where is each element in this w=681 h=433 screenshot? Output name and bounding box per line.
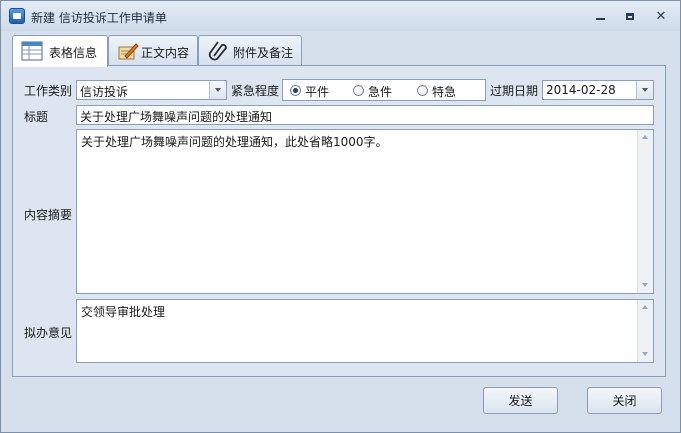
- urgency-radio-very-urgent[interactable]: [417, 85, 428, 96]
- form-panel: 工作类别 信访投诉 紧急程度 平件 急件 特急 过期日期 2014-02-28 …: [12, 65, 666, 377]
- tab-label: 附件及备注: [233, 46, 294, 60]
- close-icon: ✕: [655, 8, 667, 24]
- send-button[interactable]: 发送: [483, 387, 558, 414]
- minimize-icon: [595, 18, 605, 20]
- dialog-window: 新建 信访投诉工作申请单 ✕ 表格信息 正文内容 附件及备注 工作类别 信访投诉…: [0, 0, 681, 433]
- window-title: 新建 信访投诉工作申请单: [31, 11, 167, 25]
- title-bar[interactable]: 新建 信访投诉工作申请单 ✕: [1, 1, 680, 31]
- due-date-value: 2014-02-28: [546, 83, 616, 97]
- urgency-option-label: 急件: [368, 85, 393, 99]
- chevron-down-icon: [642, 88, 648, 92]
- due-date-picker[interactable]: 2014-02-28: [542, 80, 654, 100]
- urgency-radio-urgent[interactable]: [353, 85, 364, 96]
- summary-scrollbar[interactable]: [637, 130, 653, 293]
- title-value: 关于处理广场舞噪声问题的处理通知: [80, 110, 273, 124]
- table-icon: [21, 41, 43, 61]
- work-type-value: 信访投诉: [80, 85, 129, 99]
- scroll-up-arrow-icon[interactable]: [642, 135, 648, 139]
- tab-label: 正文内容: [141, 46, 190, 60]
- pen-edit-icon: [118, 43, 139, 60]
- urgency-radio-group: 平件 急件 特急: [282, 79, 486, 101]
- window-close-button[interactable]: ✕: [652, 8, 670, 24]
- tab-attachments[interactable]: 附件及备注: [198, 35, 302, 66]
- opinion-label: 拟办意见: [24, 326, 73, 340]
- tab-label: 表格信息: [49, 46, 98, 60]
- maximize-icon: [626, 12, 634, 20]
- urgency-label: 紧急程度: [231, 84, 280, 98]
- summary-label: 内容摘要: [24, 208, 73, 222]
- summary-text: 关于处理广场舞噪声问题的处理通知，此处省略1000字。: [81, 135, 388, 149]
- scroll-up-arrow-icon[interactable]: [642, 305, 648, 309]
- due-date-label: 过期日期: [490, 84, 539, 98]
- scroll-down-arrow-icon[interactable]: [642, 352, 648, 356]
- title-input[interactable]: 关于处理广场舞噪声问题的处理通知: [76, 105, 654, 125]
- work-type-dropdown-button[interactable]: [209, 81, 226, 99]
- close-button[interactable]: 关闭: [587, 387, 662, 414]
- urgency-radio-normal[interactable]: [290, 85, 301, 96]
- opinion-textarea[interactable]: 交领导审批处理: [76, 299, 654, 363]
- summary-textarea[interactable]: 关于处理广场舞噪声问题的处理通知，此处省略1000字。: [76, 129, 654, 294]
- tab-body-content[interactable]: 正文内容: [108, 35, 198, 66]
- tab-form-info[interactable]: 表格信息: [12, 35, 108, 67]
- opinion-text: 交领导审批处理: [81, 305, 166, 319]
- maximize-button[interactable]: [621, 9, 639, 23]
- title-label: 标题: [24, 110, 49, 124]
- due-date-dropdown-button[interactable]: [636, 81, 653, 99]
- paperclip-icon: [208, 41, 227, 61]
- scroll-down-arrow-icon[interactable]: [642, 283, 648, 287]
- minimize-button[interactable]: [591, 9, 609, 23]
- app-icon: [9, 8, 25, 24]
- opinion-scrollbar[interactable]: [637, 300, 653, 362]
- work-type-label: 工作类别: [24, 84, 73, 98]
- urgency-option-label: 特急: [432, 85, 457, 99]
- work-type-select[interactable]: 信访投诉: [76, 80, 227, 100]
- urgency-option-label: 平件: [305, 85, 330, 99]
- chevron-down-icon: [215, 88, 221, 92]
